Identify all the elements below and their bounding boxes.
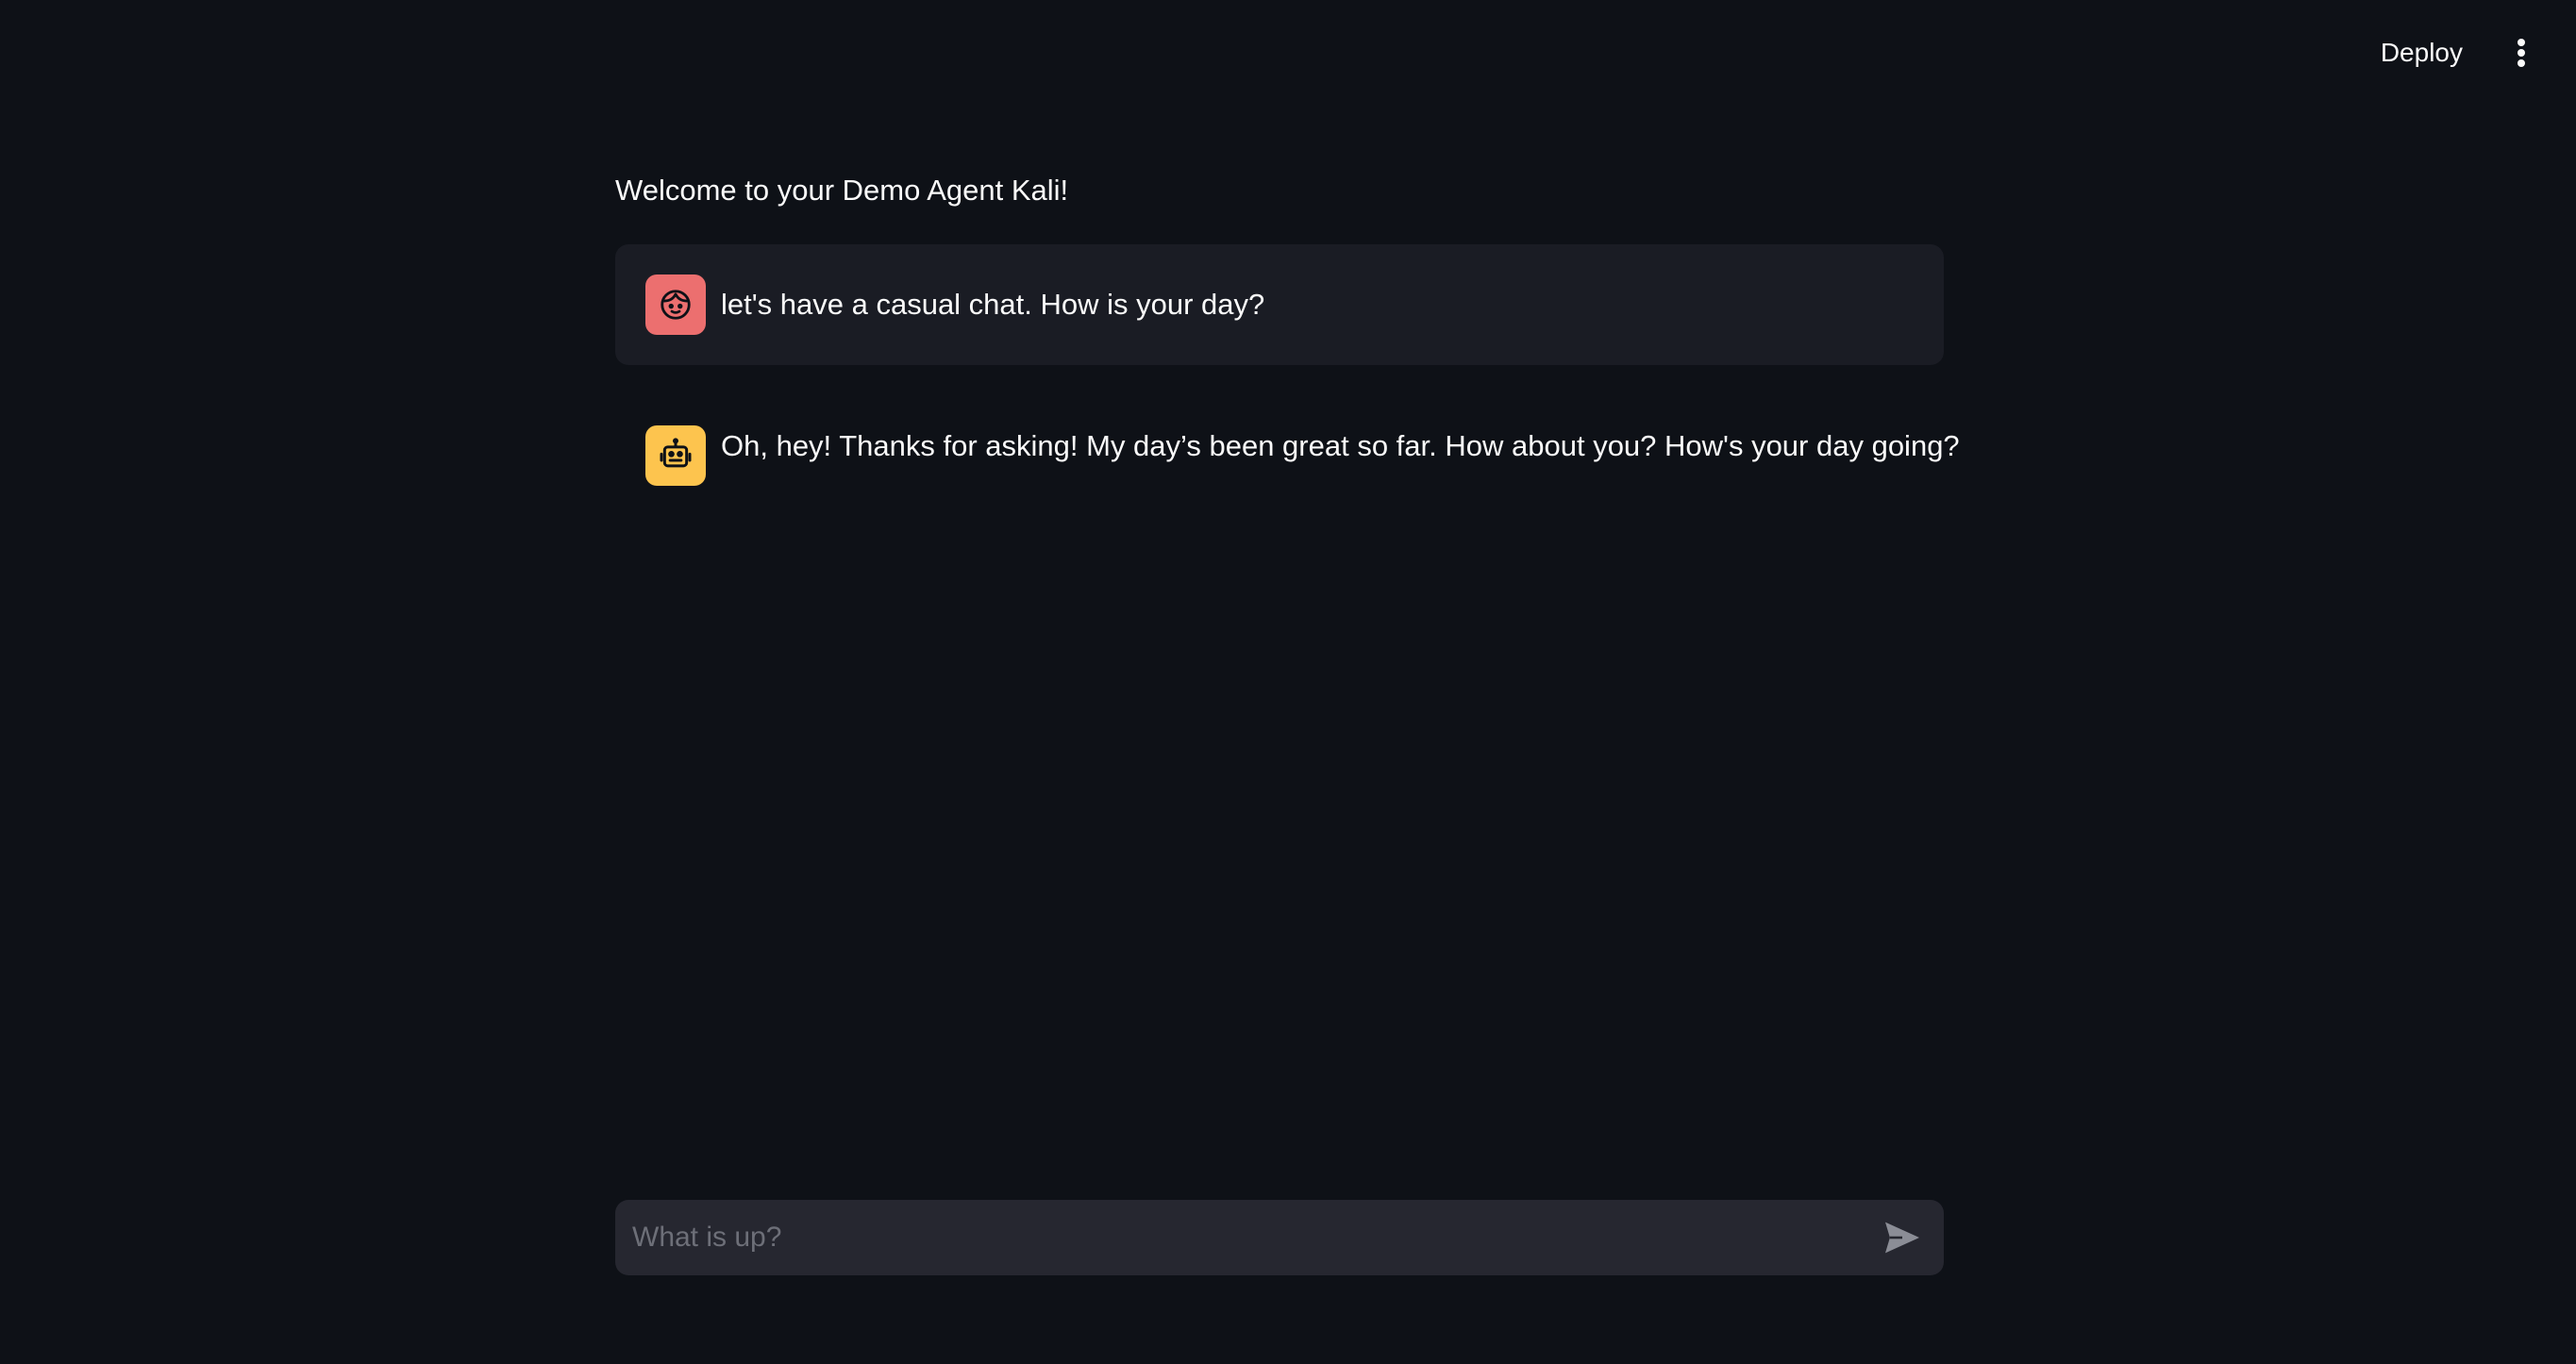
user-message-text: let's have a casual chat. How is your da… — [721, 288, 1265, 321]
deploy-button[interactable]: Deploy — [2362, 26, 2482, 79]
top-toolbar: Deploy — [2362, 0, 2576, 106]
main-menu-button[interactable] — [2501, 26, 2542, 79]
user-face-icon — [661, 290, 691, 320]
chat-message-assistant: Oh, hey! Thanks for asking! My day’s bee… — [615, 396, 1960, 502]
assistant-message-text: Oh, hey! Thanks for asking! My day’s bee… — [721, 429, 1960, 462]
send-icon — [1885, 1222, 1919, 1254]
welcome-text: Welcome to your Demo Agent Kali! — [615, 174, 1069, 207]
more-vertical-icon — [2517, 39, 2525, 67]
user-avatar — [645, 274, 706, 335]
assistant-avatar — [645, 425, 706, 486]
chat-input[interactable] — [615, 1200, 1868, 1275]
send-button[interactable] — [1868, 1204, 1936, 1272]
chat-input-container — [615, 1200, 1944, 1275]
app-root: Deploy Welcome to your Demo Agent Kali! — [0, 0, 2576, 1364]
robot-icon — [660, 438, 692, 468]
chat-message-user: let's have a casual chat. How is your da… — [615, 244, 1944, 365]
